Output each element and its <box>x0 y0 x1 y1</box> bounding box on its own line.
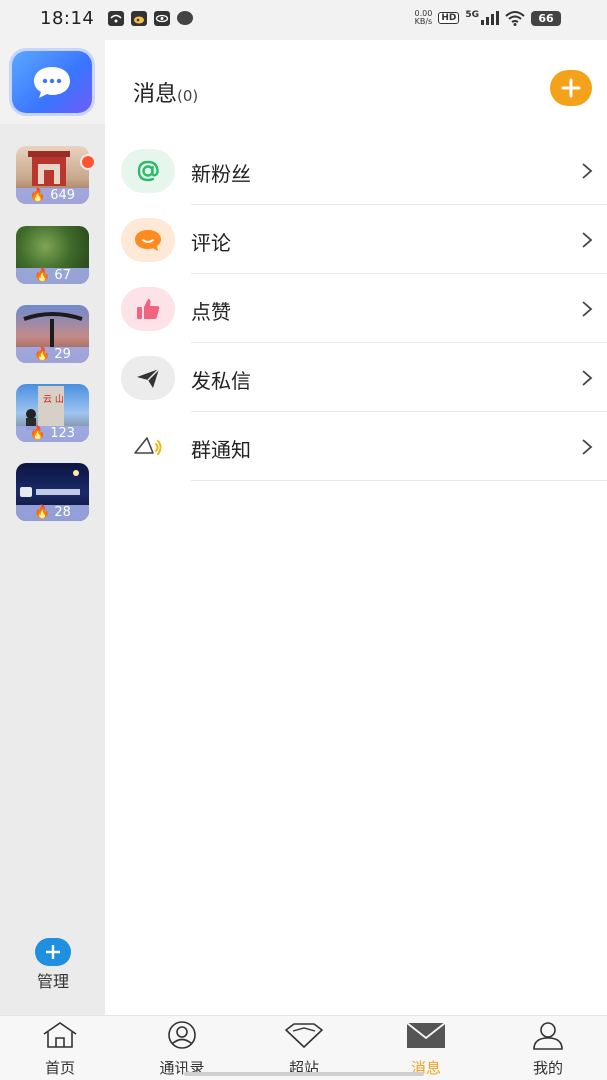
comment-icon <box>121 218 175 262</box>
nav-profile[interactable]: 我的 <box>508 1020 588 1078</box>
list-item-label: 新粉丝 <box>191 162 251 186</box>
status-bar: 18:14 0.00 KB/s HD 5G 66 <box>0 0 607 40</box>
group-heat-count: 🔥 67 <box>16 268 89 284</box>
wifi-icon <box>505 11 525 26</box>
group-heat-value: 67 <box>54 268 71 283</box>
bottom-nav: 首页 通讯录 超站 消息 我的 <box>0 1015 607 1080</box>
nav-super-site[interactable]: 超站 <box>264 1020 344 1078</box>
messages-app-tile[interactable] <box>12 51 92 113</box>
page-title: 消息(0) <box>133 76 198 108</box>
list-item-comments[interactable]: 评论 <box>105 205 607 274</box>
chevron-right-icon <box>582 301 593 317</box>
thumbs-up-icon <box>121 287 175 331</box>
nav-home[interactable]: 首页 <box>20 1020 100 1078</box>
list-item-label: 点赞 <box>191 300 231 324</box>
group-item[interactable]: 🔥 29 <box>16 305 89 363</box>
group-item[interactable]: 🔥 67 <box>16 226 89 284</box>
home-icon <box>43 1022 77 1048</box>
signal-icon <box>481 11 499 25</box>
list-item-private-message[interactable]: 发私信 <box>105 343 607 412</box>
group-heat-value: 29 <box>54 347 71 362</box>
plus-icon <box>35 938 71 966</box>
nav-messages[interactable]: 消息 <box>386 1020 466 1078</box>
divider <box>191 480 607 481</box>
group-heat-count: 🔥 28 <box>16 505 89 521</box>
network-speed-unit: KB/s <box>414 17 433 26</box>
network-speed: 0.00 KB/s <box>415 10 433 26</box>
nav-label: 我的 <box>532 1059 563 1077</box>
hd-badge: HD <box>438 12 460 24</box>
list-item-label: 群通知 <box>191 438 251 462</box>
group-item[interactable]: 云 山 🔥 123 <box>16 384 89 442</box>
message-list: 新粉丝 评论 点赞 发私信 群通知 <box>105 136 607 481</box>
network-type: 5G <box>465 10 479 20</box>
list-item-group-notice[interactable]: 群通知 <box>105 412 607 481</box>
list-item-label: 发私信 <box>191 369 251 393</box>
add-button[interactable] <box>550 70 592 106</box>
horn-icon <box>121 425 175 469</box>
svg-text:云 山: 云 山 <box>43 394 64 405</box>
manage-button[interactable]: 管理 <box>22 938 84 992</box>
nav-label: 首页 <box>44 1059 75 1077</box>
nav-contacts[interactable]: 通讯录 <box>142 1020 222 1078</box>
group-sidebar: 🔥 649 🔥 67 🔥 29 云 山 🔥 123 🔥 28 管理 <box>0 40 105 1015</box>
plus-icon <box>561 78 581 98</box>
chevron-right-icon <box>582 232 593 248</box>
home-indicator[interactable] <box>184 1072 424 1076</box>
contacts-icon <box>168 1021 196 1049</box>
group-item[interactable]: 🔥 28 <box>16 463 89 521</box>
page-title-text: 消息 <box>133 82 178 107</box>
group-item[interactable]: 🔥 649 <box>16 146 89 204</box>
group-heat-count: 🔥 123 <box>16 426 89 442</box>
group-heat-value: 28 <box>54 505 71 520</box>
group-heat-value: 649 <box>50 188 76 203</box>
status-time: 18:14 <box>40 8 95 29</box>
group-heat-count: 🔥 649 <box>16 188 89 204</box>
message-count: (0) <box>177 87 199 105</box>
group-heat-count: 🔥 29 <box>16 347 89 363</box>
chat-icon <box>34 67 70 98</box>
chat-bubble-icon <box>177 11 193 25</box>
unread-dot <box>80 154 96 170</box>
system-indicators: 0.00 KB/s HD 5G 66 <box>415 10 561 26</box>
chevron-right-icon <box>582 163 593 179</box>
group-heat-value: 123 <box>50 426 76 441</box>
chevron-right-icon <box>582 439 593 455</box>
profile-icon <box>533 1022 563 1050</box>
chevron-right-icon <box>582 370 593 386</box>
mail-icon <box>406 1022 446 1048</box>
at-icon <box>121 149 175 193</box>
wifi-app-icon <box>108 11 124 26</box>
send-icon <box>121 356 175 400</box>
list-item-likes[interactable]: 点赞 <box>105 274 607 343</box>
eye-app-icon <box>154 11 170 26</box>
list-item-new-fans[interactable]: 新粉丝 <box>105 136 607 205</box>
notification-icons <box>108 11 193 26</box>
manage-label: 管理 <box>36 972 69 991</box>
battery-indicator: 66 <box>531 10 561 26</box>
list-item-label: 评论 <box>191 231 231 255</box>
gem-icon <box>285 1023 323 1048</box>
weibo-icon <box>131 11 147 26</box>
